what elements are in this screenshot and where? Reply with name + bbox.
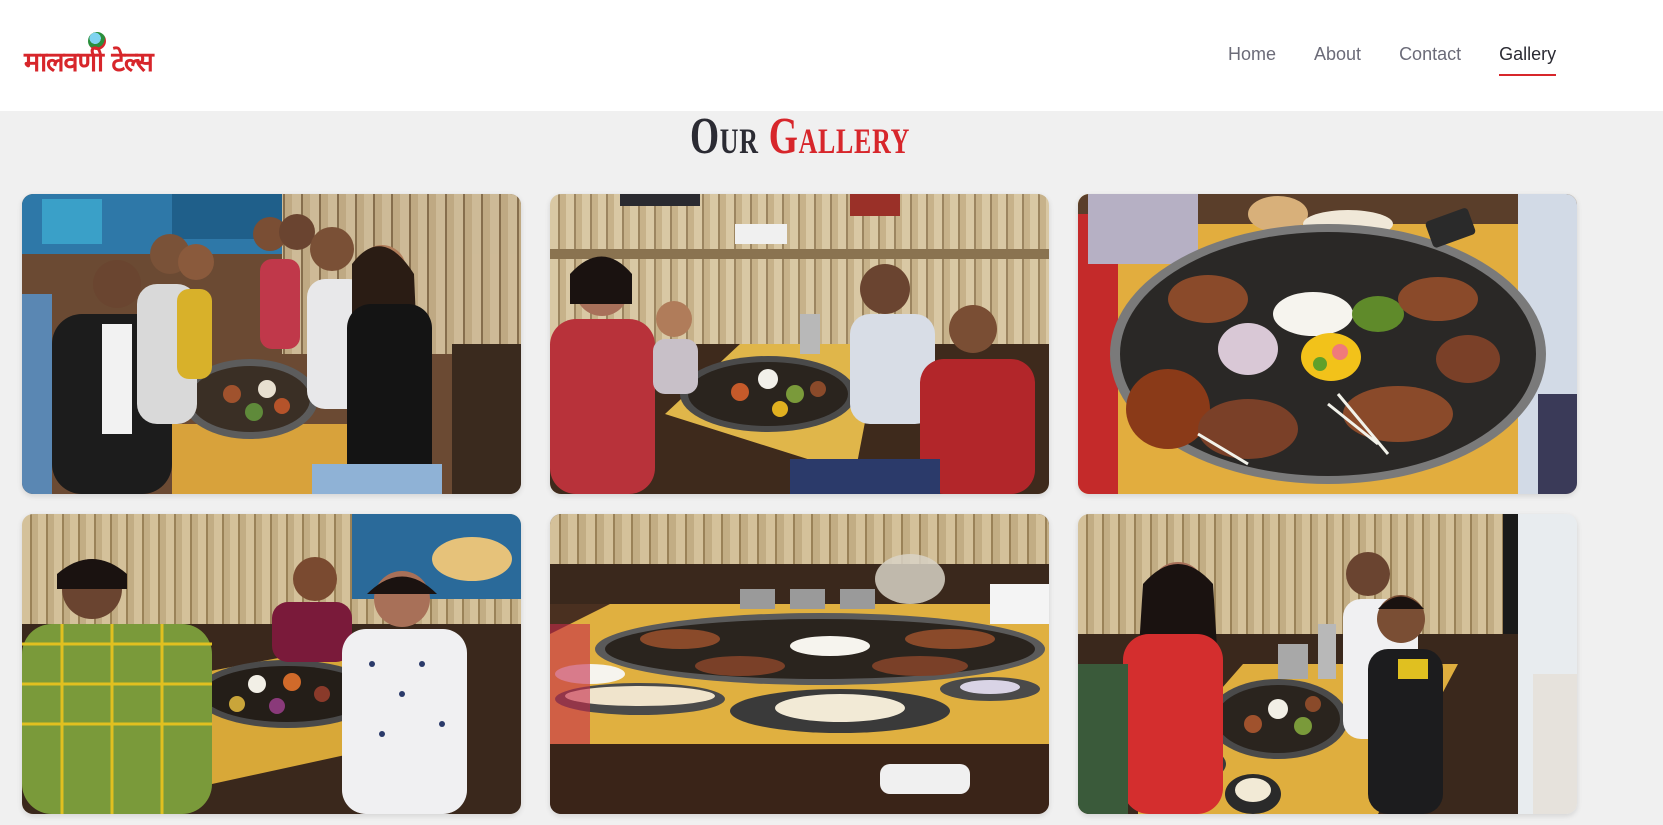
nav-about[interactable]: About [1314,44,1361,76]
page-title: Our Gallery [224,104,1376,170]
photo-three-friends [22,514,521,814]
brand-logo[interactable]: मालवणी टेल्स [24,32,164,78]
gallery-photo[interactable] [1078,194,1577,494]
gallery-grid [22,194,1578,814]
gallery-photo[interactable] [22,194,521,494]
logo-text: मालवणी टेल्स [24,47,154,78]
gallery-photo[interactable] [550,514,1049,814]
photo-family-three [1078,514,1577,814]
nav-home[interactable]: Home [1228,44,1276,76]
nav-gallery[interactable]: Gallery [1499,44,1557,76]
photo-group-friends [22,194,521,494]
title-part-gallery: Gallery [768,108,911,165]
gallery-photo[interactable] [550,194,1049,494]
photo-thali-closeup [1078,194,1577,494]
gallery-photo[interactable] [22,514,521,814]
gallery-photo[interactable] [1078,514,1577,814]
photo-thali-table [550,514,1049,814]
photo-family-four [550,194,1049,494]
navbar: मालवणी टेल्स Home About Contact Gallery [0,0,1663,111]
nav-contact[interactable]: Contact [1399,44,1461,76]
title-part-our: Our [689,108,759,165]
main-nav: Home About Contact Gallery [1228,44,1557,76]
